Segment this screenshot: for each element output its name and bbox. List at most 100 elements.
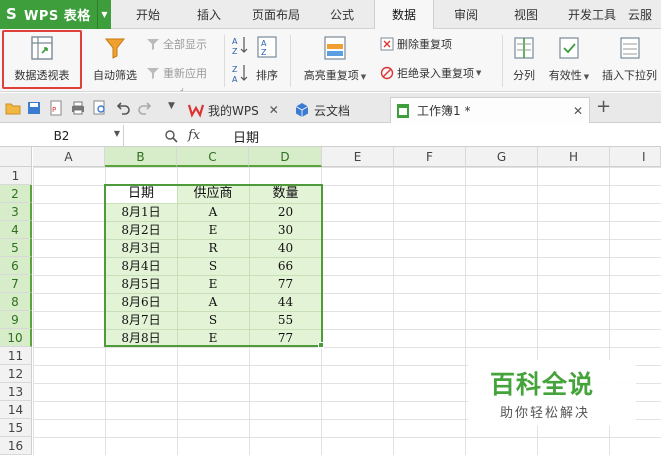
selection-border bbox=[104, 184, 323, 347]
row-header[interactable]: 4 bbox=[0, 221, 32, 239]
sort-icon: A Z bbox=[257, 36, 277, 58]
select-all-corner[interactable] bbox=[0, 147, 32, 167]
save-icon[interactable] bbox=[26, 100, 42, 116]
column-header[interactable]: C bbox=[177, 147, 249, 167]
wps-logo-icon bbox=[188, 104, 204, 118]
new-tab-plus-icon[interactable]: + bbox=[596, 96, 611, 117]
reject-duplicates-button[interactable]: 拒绝录入重复项 ▼ bbox=[380, 65, 481, 81]
cloud-cube-icon bbox=[295, 103, 309, 117]
watermark-subtitle: 助你轻松解决 bbox=[500, 406, 591, 421]
insert-function-button[interactable]: fx bbox=[188, 128, 200, 143]
column-header[interactable]: G bbox=[466, 147, 538, 167]
tab-page-layout[interactable]: 页面布局 bbox=[242, 0, 310, 29]
chevron-down-icon[interactable]: ▼ bbox=[97, 0, 111, 29]
svg-text:Z: Z bbox=[232, 47, 238, 55]
tab-home[interactable]: 开始 bbox=[120, 0, 176, 29]
column-header[interactable]: H bbox=[538, 147, 610, 167]
row-header[interactable]: 5 bbox=[0, 239, 32, 257]
dialog-launcher-icon[interactable]: ⌟ bbox=[180, 83, 184, 92]
validity-button[interactable]: 有效性 ▼ bbox=[544, 35, 594, 83]
reject-duplicates-icon bbox=[380, 66, 394, 80]
export-pdf-icon[interactable]: P bbox=[48, 100, 64, 116]
reapply-button[interactable]: 重新应用 bbox=[146, 65, 207, 81]
column-header[interactable]: I bbox=[610, 147, 661, 167]
svg-text:Z: Z bbox=[261, 48, 267, 57]
sort-ascending-icon[interactable]: A Z bbox=[232, 35, 248, 55]
sort-button[interactable]: A Z 排序 bbox=[252, 35, 282, 83]
funnel-icon bbox=[104, 38, 126, 59]
tab-cloud-docs[interactable]: 云文档 bbox=[294, 97, 350, 123]
split-column-button[interactable]: 分列 bbox=[506, 35, 542, 83]
row-header[interactable]: 3 bbox=[0, 203, 32, 221]
row-header[interactable]: 14 bbox=[0, 401, 32, 419]
tab-view[interactable]: 视图 bbox=[498, 0, 554, 29]
svg-text:Z: Z bbox=[232, 65, 238, 74]
open-folder-icon[interactable] bbox=[5, 100, 21, 116]
app-menu-button[interactable]: S WPS 表格 ▼ bbox=[0, 0, 111, 29]
customize-toolbar-chevron-icon[interactable]: ▼ bbox=[168, 101, 175, 111]
row-header[interactable]: 10 bbox=[0, 329, 32, 347]
tab-review[interactable]: 审阅 bbox=[438, 0, 494, 29]
redo-icon[interactable] bbox=[137, 100, 153, 116]
funnel-icon bbox=[147, 39, 159, 50]
row-header[interactable]: 13 bbox=[0, 383, 32, 401]
svg-text:A: A bbox=[232, 75, 238, 83]
print-icon[interactable] bbox=[70, 100, 86, 116]
column-header[interactable]: D bbox=[249, 147, 322, 167]
pivot-table-button[interactable]: 数据透视表 bbox=[5, 35, 79, 83]
print-preview-icon[interactable] bbox=[92, 100, 108, 116]
row-header[interactable]: 15 bbox=[0, 419, 32, 437]
row-header[interactable]: 2 bbox=[0, 185, 32, 203]
undo-icon[interactable] bbox=[115, 100, 131, 116]
row-header[interactable]: 6 bbox=[0, 257, 32, 275]
remove-duplicates-button[interactable]: 删除重复项 bbox=[380, 36, 452, 52]
funnel-icon bbox=[147, 68, 159, 79]
show-all-button[interactable]: 全部显示 bbox=[146, 36, 207, 52]
app-title: WPS 表格 bbox=[24, 9, 91, 24]
row-header[interactable]: 7 bbox=[0, 275, 32, 293]
ribbon-divider bbox=[290, 35, 291, 87]
tab-my-wps[interactable]: 我的WPS ✕ bbox=[188, 97, 279, 123]
svg-text:P: P bbox=[52, 106, 56, 114]
column-header[interactable]: B bbox=[105, 147, 177, 167]
fill-handle[interactable] bbox=[318, 342, 324, 348]
zoom-icon[interactable] bbox=[164, 129, 178, 143]
watermark-title: 百科全说 bbox=[490, 370, 595, 399]
close-icon[interactable]: ✕ bbox=[269, 103, 279, 117]
tab-insert[interactable]: 插入 bbox=[180, 0, 238, 29]
row-header[interactable]: 12 bbox=[0, 365, 32, 383]
row-header[interactable]: 9 bbox=[0, 311, 32, 329]
menu-bar: S WPS 表格 ▼ 开始 插入 页面布局 公式 数据 审阅 视图 开发工具 云… bbox=[0, 0, 661, 30]
spreadsheet-file-icon bbox=[397, 103, 409, 118]
insert-dropdown-button[interactable]: 插入下拉列 bbox=[598, 35, 661, 83]
ribbon-divider bbox=[224, 35, 225, 87]
split-column-icon bbox=[514, 37, 534, 59]
column-header[interactable]: A bbox=[33, 147, 105, 167]
tab-formula[interactable]: 公式 bbox=[314, 0, 370, 29]
tab-data[interactable]: 数据 bbox=[374, 0, 434, 30]
row-header[interactable]: 11 bbox=[0, 347, 32, 365]
tab-cloud[interactable]: 云服 bbox=[628, 0, 661, 29]
sort-descending-icon[interactable]: Z A bbox=[232, 63, 248, 83]
svg-text:A: A bbox=[261, 39, 267, 48]
wps-logo-icon: S bbox=[6, 5, 17, 23]
chevron-down-icon[interactable]: ▼ bbox=[114, 129, 120, 138]
data-ribbon: 数据透视表 自动筛选 全部显示 重新应用 A Z Z A A Z 排序 高亮重复… bbox=[0, 29, 661, 92]
column-header[interactable]: E bbox=[322, 147, 394, 167]
remove-duplicates-icon bbox=[380, 37, 394, 51]
row-header[interactable]: 8 bbox=[0, 293, 32, 311]
highlight-duplicates-button[interactable]: 高亮重复项 ▼ bbox=[298, 35, 372, 83]
wps-spreadsheet-window: S WPS 表格 ▼ 开始 插入 页面布局 公式 数据 审阅 视图 开发工具 云… bbox=[0, 0, 661, 455]
tab-developer[interactable]: 开发工具 bbox=[558, 0, 626, 29]
tab-workbook[interactable]: 工作簿1 * ✕ bbox=[390, 97, 590, 123]
highlight-duplicates-icon bbox=[324, 36, 346, 60]
auto-filter-button[interactable]: 自动筛选 bbox=[88, 35, 142, 83]
dropdown-list-icon bbox=[619, 37, 640, 59]
close-icon[interactable]: ✕ bbox=[573, 104, 583, 118]
formula-input[interactable]: 日期 bbox=[233, 127, 259, 146]
row-header[interactable]: 1 bbox=[0, 167, 32, 185]
column-header[interactable]: F bbox=[394, 147, 466, 167]
row-header[interactable]: 16 bbox=[0, 437, 32, 455]
validity-icon bbox=[559, 37, 579, 59]
name-box[interactable]: B2 ▼ bbox=[0, 125, 124, 146]
